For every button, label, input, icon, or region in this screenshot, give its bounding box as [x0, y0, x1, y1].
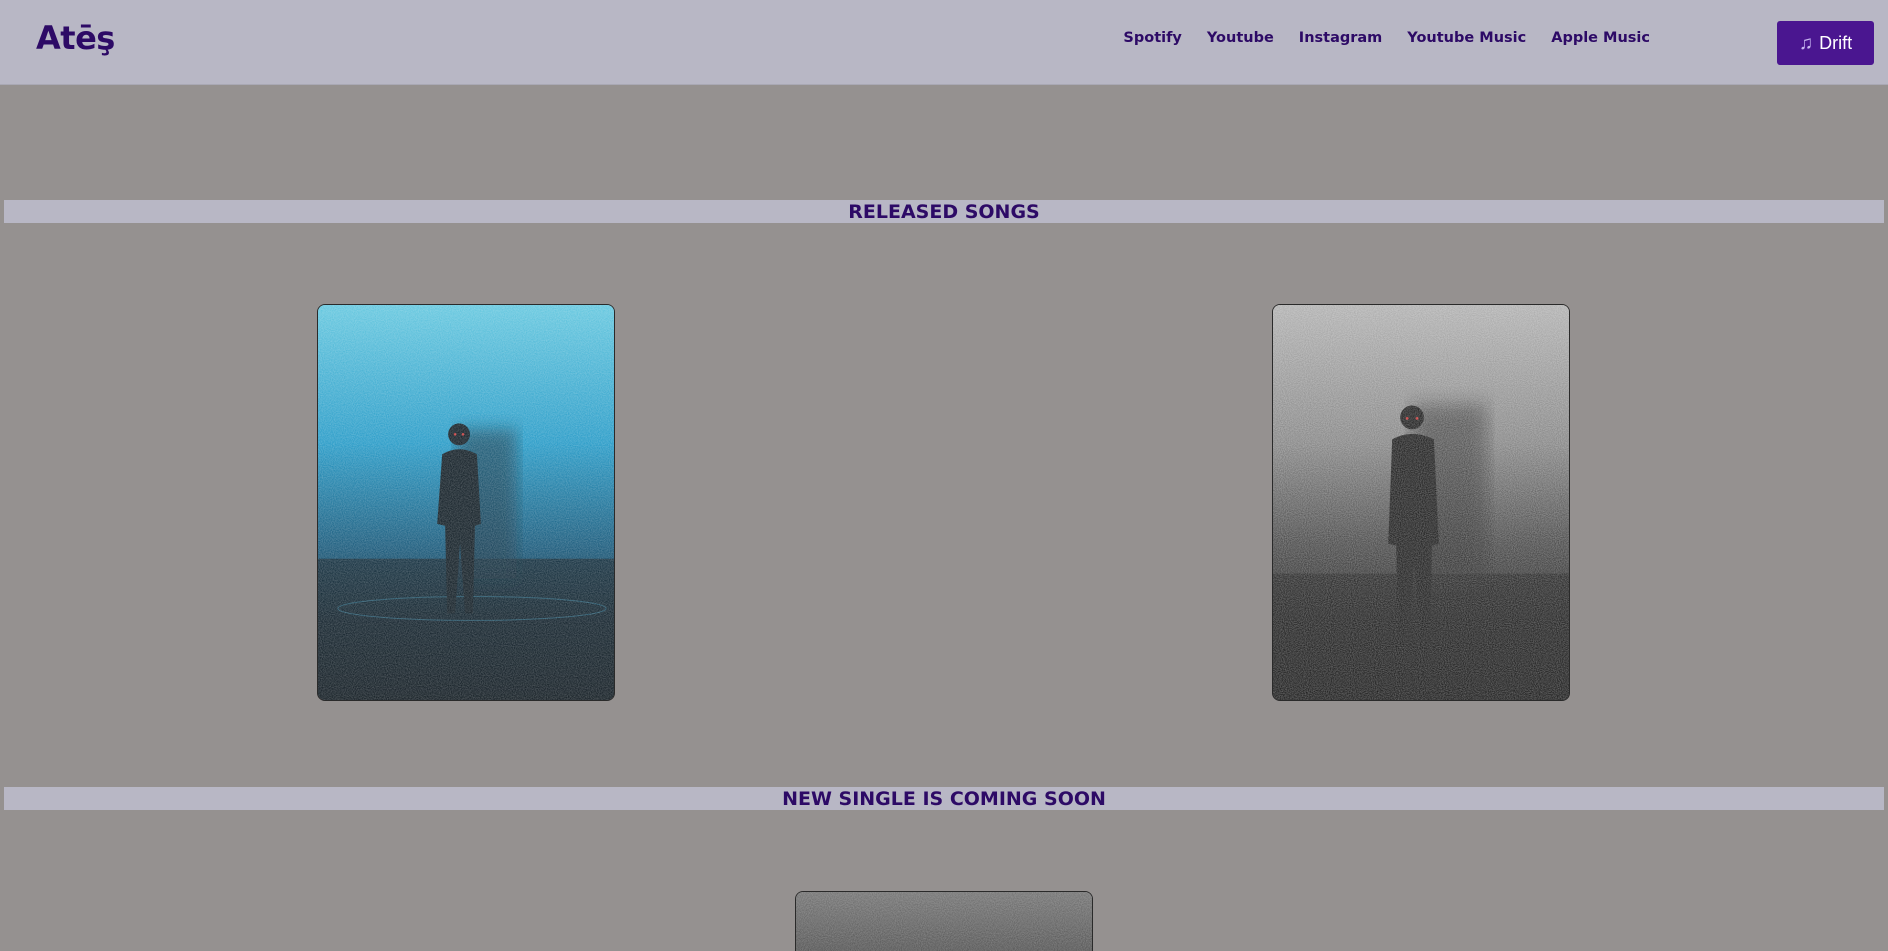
- drift-button[interactable]: ♫ Drift: [1777, 21, 1874, 65]
- upcoming-single-cover[interactable]: [795, 891, 1093, 951]
- released-songs-heading: RELEASED SONGS: [4, 200, 1884, 223]
- brand-logo[interactable]: Atēş: [36, 19, 115, 57]
- nav-link-apple-music[interactable]: Apple Music: [1551, 30, 1650, 46]
- silhouette-figure-image-blue: [318, 305, 614, 700]
- nav-link-youtube[interactable]: Youtube: [1207, 30, 1274, 46]
- nav-link-instagram[interactable]: Instagram: [1299, 30, 1383, 46]
- silhouette-figure-image-gray: [1273, 305, 1569, 700]
- nav-link-youtube-music[interactable]: Youtube Music: [1407, 30, 1526, 46]
- song-cover-blue[interactable]: [317, 304, 615, 701]
- coming-soon-heading: NEW SINGLE IS COMING SOON: [4, 787, 1884, 810]
- nav-link-spotify[interactable]: Spotify: [1123, 30, 1181, 46]
- upcoming-cover-image: [796, 892, 1092, 951]
- music-note-icon: ♫: [1798, 32, 1814, 54]
- drift-button-label: Drift: [1819, 32, 1853, 53]
- nav-links: Spotify Youtube Instagram Youtube Music …: [1123, 30, 1650, 46]
- song-cover-gray[interactable]: [1272, 304, 1570, 701]
- top-navbar: Atēş Spotify Youtube Instagram Youtube M…: [0, 0, 1888, 85]
